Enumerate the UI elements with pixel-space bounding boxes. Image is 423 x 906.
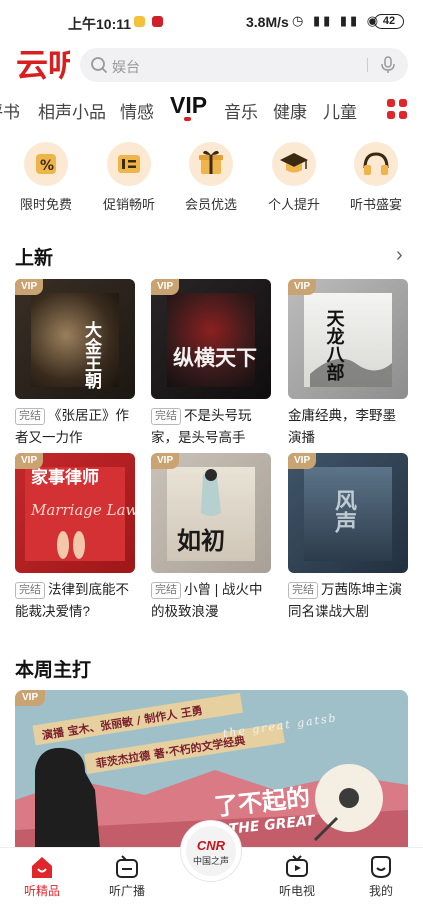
shortcut-self-improve[interactable]: 个人提升 <box>261 142 327 213</box>
center-label: 中国之声 <box>192 856 229 866</box>
profile-icon <box>371 856 391 879</box>
logo-text: 云听 <box>16 46 70 84</box>
section-title-weekly: 本周主打 <box>15 660 92 681</box>
divider <box>367 58 368 72</box>
nav-label: 听广播 <box>108 884 145 898</box>
tab-music[interactable]: 音乐 <box>224 98 258 123</box>
section-title-new: 上新 <box>15 248 54 269</box>
status-badge: 完结 <box>15 408 45 425</box>
bottom-nav: 听精品 听广播 CNR 中国之声 听电视 我的 <box>0 820 423 906</box>
cover-title: 天龙八部 <box>324 309 345 382</box>
header: 云听 娱台 <box>0 44 423 88</box>
cover-title: 如初 <box>177 526 225 555</box>
tab-pingshu[interactable]: 评书 <box>0 98 20 123</box>
album-description: 金庸经典，李野墨演播 <box>288 408 396 445</box>
all-categories-icon[interactable] <box>386 98 408 120</box>
cover-title: 风声 <box>331 489 358 534</box>
active-tab-indicator <box>184 117 191 121</box>
center-play-button[interactable]: CNR 中国之声 <box>180 820 242 882</box>
album-cover[interactable]: 家事律师 Marriage Lawyer VIP <box>15 453 135 573</box>
search-placeholder: 娱台 <box>112 59 140 75</box>
shortcut-promo[interactable]: 促销畅听 <box>96 142 162 213</box>
tab-vip[interactable]: VIP <box>170 92 207 119</box>
network-speed: 3.8M/s <box>246 14 289 30</box>
vip-badge: VIP <box>15 279 44 295</box>
search-icon <box>91 57 108 74</box>
cover-title: 家事律师 <box>31 467 99 488</box>
status-badge: 完结 <box>15 582 45 599</box>
vip-badge: VIP <box>288 279 317 295</box>
chevron-right-icon[interactable]: › <box>396 244 403 267</box>
nav-label: 我的 <box>368 884 393 898</box>
status-bar: 上午10:11 3.8M/s ◷ ▮▮ ▮▮ ◉ 42 <box>0 0 423 40</box>
shortcut-label: 会员优选 <box>184 197 237 212</box>
nav-label: 听精品 <box>23 884 60 898</box>
album-caption: 金庸经典，李野墨演播 <box>288 405 408 449</box>
status-badge: 完结 <box>288 582 318 599</box>
nav-premium[interactable]: 听精品 <box>7 848 77 899</box>
cover-title: 纵横天下 <box>173 345 257 370</box>
album-caption: 完结 《张居正》作者又一力作 <box>15 405 135 449</box>
tab-qinggan[interactable]: 情感 <box>120 98 154 123</box>
vip-badge: VIP <box>15 690 46 706</box>
signal-icon: ◷ ▮▮ ▮▮ ◉ <box>292 13 382 28</box>
promo-icon <box>107 142 151 186</box>
vip-badge: VIP <box>151 453 180 469</box>
album-cover[interactable]: 风声 VIP <box>288 453 408 573</box>
category-tabs: 评书 相声小品 情感 VIP 音乐 健康 儿童 <box>0 92 423 128</box>
nav-tv[interactable]: 听电视 <box>262 848 332 899</box>
vip-badge: VIP <box>15 453 44 469</box>
gift-icon <box>189 142 233 186</box>
percent-icon: % <box>24 142 68 186</box>
album-cover[interactable]: 天龙八部 VIP <box>288 279 408 399</box>
shortcut-label: 限时免费 <box>19 197 72 212</box>
album-caption: 完结 不是头号玩家，是头号高手 <box>151 405 271 449</box>
nav-label: 听电视 <box>278 884 315 898</box>
nav-mine[interactable]: 我的 <box>346 848 416 899</box>
album-cover[interactable]: 如初 VIP <box>151 453 271 573</box>
tv-icon <box>286 855 308 877</box>
microphone-icon[interactable] <box>380 56 396 74</box>
cnr-text: CNR <box>196 838 226 853</box>
album-caption: 完结 万茜陈坤主演同名谍战大剧 <box>288 579 408 623</box>
notification-icon <box>134 16 145 27</box>
vip-badge: VIP <box>288 453 317 469</box>
search-bar[interactable]: 娱台 <box>80 48 408 82</box>
album-caption: 完结 小曾 | 战火中的极致浪漫 <box>151 579 271 623</box>
cover-title: 大金王朝 <box>81 320 103 390</box>
tab-children[interactable]: 儿童 <box>323 98 357 123</box>
tab-xiangsheng[interactable]: 相声小品 <box>38 98 106 123</box>
home-icon <box>32 857 52 878</box>
album-cover[interactable]: 大金王朝 VIP <box>15 279 135 399</box>
app-notification-icon <box>152 16 163 27</box>
shortcut-label: 个人提升 <box>267 197 320 212</box>
vip-badge: VIP <box>151 279 180 295</box>
album-cover[interactable]: 纵横天下 VIP <box>151 279 271 399</box>
shortcut-member[interactable]: 会员优选 <box>178 142 244 213</box>
cover-subtitle: Marriage Lawyer <box>30 501 135 519</box>
album-caption: 完结 法律到底能不能裁决爱情? <box>15 579 135 623</box>
shortcut-label: 听书盛宴 <box>349 197 402 212</box>
shortcut-label: 促销畅听 <box>102 197 155 212</box>
graduation-cap-icon <box>272 142 316 186</box>
tab-health[interactable]: 健康 <box>273 98 307 123</box>
status-badge: 完结 <box>151 582 181 599</box>
battery-icon: 42 <box>374 14 404 29</box>
shortcut-free[interactable]: % 限时免费 <box>13 142 79 213</box>
app-logo[interactable]: 云听 <box>14 44 70 84</box>
svg-text:%: % <box>40 158 54 174</box>
radio-icon <box>116 855 138 878</box>
nav-radio[interactable]: 听广播 <box>92 848 162 899</box>
cnr-logo: CNR 中国之声 <box>186 826 236 876</box>
headphones-icon <box>354 142 398 186</box>
shortcut-audiobook[interactable]: 听书盛宴 <box>343 142 409 213</box>
status-badge: 完结 <box>151 408 181 425</box>
status-time: 上午10:11 <box>68 16 132 32</box>
